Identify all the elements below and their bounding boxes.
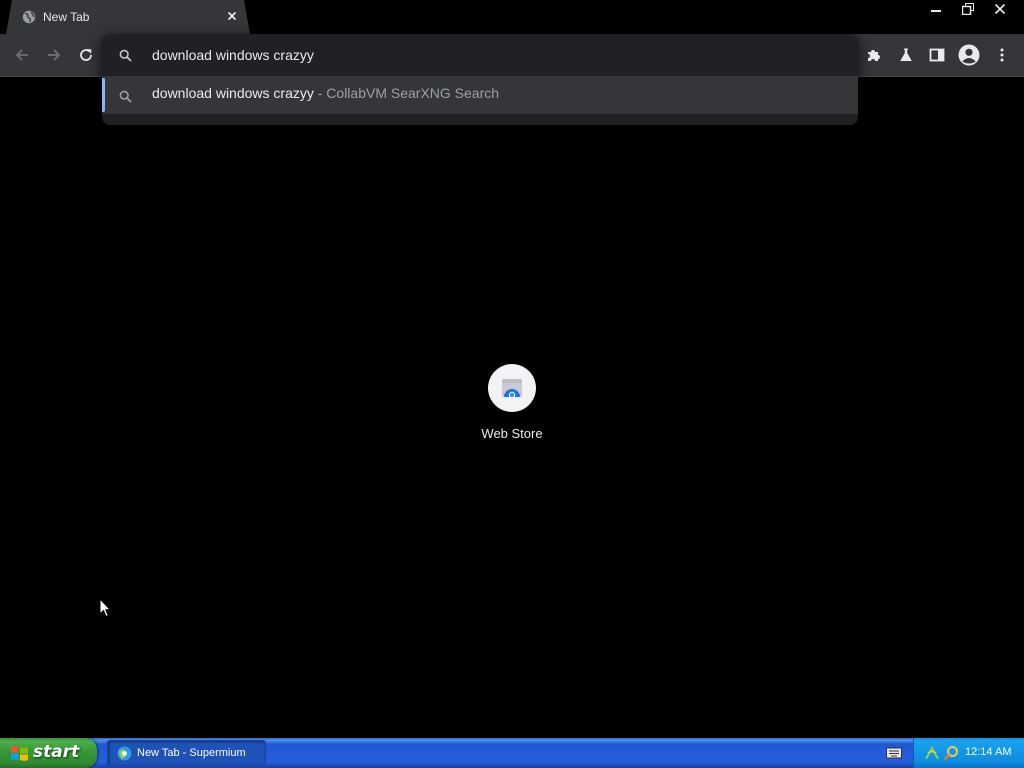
- supermium-icon: [117, 746, 132, 761]
- suggestion-query: download windows crazyy: [152, 85, 314, 101]
- minimize-button[interactable]: [920, 0, 952, 18]
- search-icon: [119, 90, 132, 103]
- shortcut-web-store[interactable]: Web Store: [471, 362, 553, 448]
- tab-title: New Tab: [43, 10, 90, 24]
- account-circle-icon: [958, 44, 980, 66]
- suggestion-text: download windows crazyy - CollabVM SearX…: [152, 85, 499, 101]
- side-panel-button[interactable]: [926, 44, 948, 66]
- taskbar-item-label: New Tab - Supermium: [137, 747, 246, 759]
- web-store-icon: [502, 379, 522, 398]
- tab-strip: New Tab: [0, 0, 1024, 34]
- labs-button[interactable]: [895, 44, 917, 66]
- flask-icon: [900, 48, 912, 61]
- restore-icon: [962, 3, 974, 15]
- reload-icon: [80, 49, 92, 61]
- back-button[interactable]: [11, 44, 33, 66]
- mouse-cursor-icon: [99, 598, 111, 618]
- more-vert-icon: [1000, 48, 1004, 62]
- tab-new-tab[interactable]: New Tab: [6, 0, 250, 34]
- arrow-right-icon: [48, 49, 61, 61]
- network-icon[interactable]: [924, 745, 940, 761]
- start-button[interactable]: start: [0, 738, 97, 768]
- keyboard-icon[interactable]: [886, 747, 902, 759]
- omnibox[interactable]: [102, 34, 858, 76]
- suggestion-description: - CollabVM SearXNG Search: [313, 85, 500, 101]
- globe-icon: [22, 10, 36, 24]
- minimize-icon: [931, 10, 941, 12]
- side-panel-icon: [929, 48, 945, 62]
- menu-button[interactable]: [991, 44, 1013, 66]
- omnibox-popup: download windows crazyy - CollabVM SearX…: [102, 34, 858, 125]
- close-icon: [994, 3, 1006, 15]
- clock: 12:14 AM: [965, 746, 1012, 758]
- shortcut-label: Web Store: [481, 426, 543, 441]
- selection-indicator: [102, 78, 105, 112]
- window-controls: [920, 0, 1016, 18]
- system-tray: 12:14 AM: [913, 738, 1024, 768]
- shortcut-tile: [488, 364, 536, 412]
- reload-button[interactable]: [75, 44, 97, 66]
- windows-logo-icon: [11, 746, 28, 761]
- forward-button[interactable]: [43, 44, 65, 66]
- omnibox-suggestion[interactable]: download windows crazyy - CollabVM SearX…: [102, 76, 858, 114]
- search-icon[interactable]: [943, 745, 959, 761]
- extensions-button[interactable]: [863, 44, 885, 66]
- taskbar: start New Tab - Supermium 12:14 AM: [0, 738, 1024, 768]
- window-close-button[interactable]: [984, 0, 1016, 18]
- search-icon: [119, 49, 132, 62]
- restore-button[interactable]: [952, 0, 984, 18]
- taskbar-item-supermium[interactable]: New Tab - Supermium: [107, 740, 266, 766]
- puzzle-icon: [868, 50, 880, 61]
- profile-button[interactable]: [958, 44, 980, 66]
- close-icon[interactable]: [224, 8, 240, 24]
- arrow-left-icon: [15, 49, 28, 61]
- address-bar-input[interactable]: [152, 45, 832, 65]
- start-label: start: [33, 742, 80, 762]
